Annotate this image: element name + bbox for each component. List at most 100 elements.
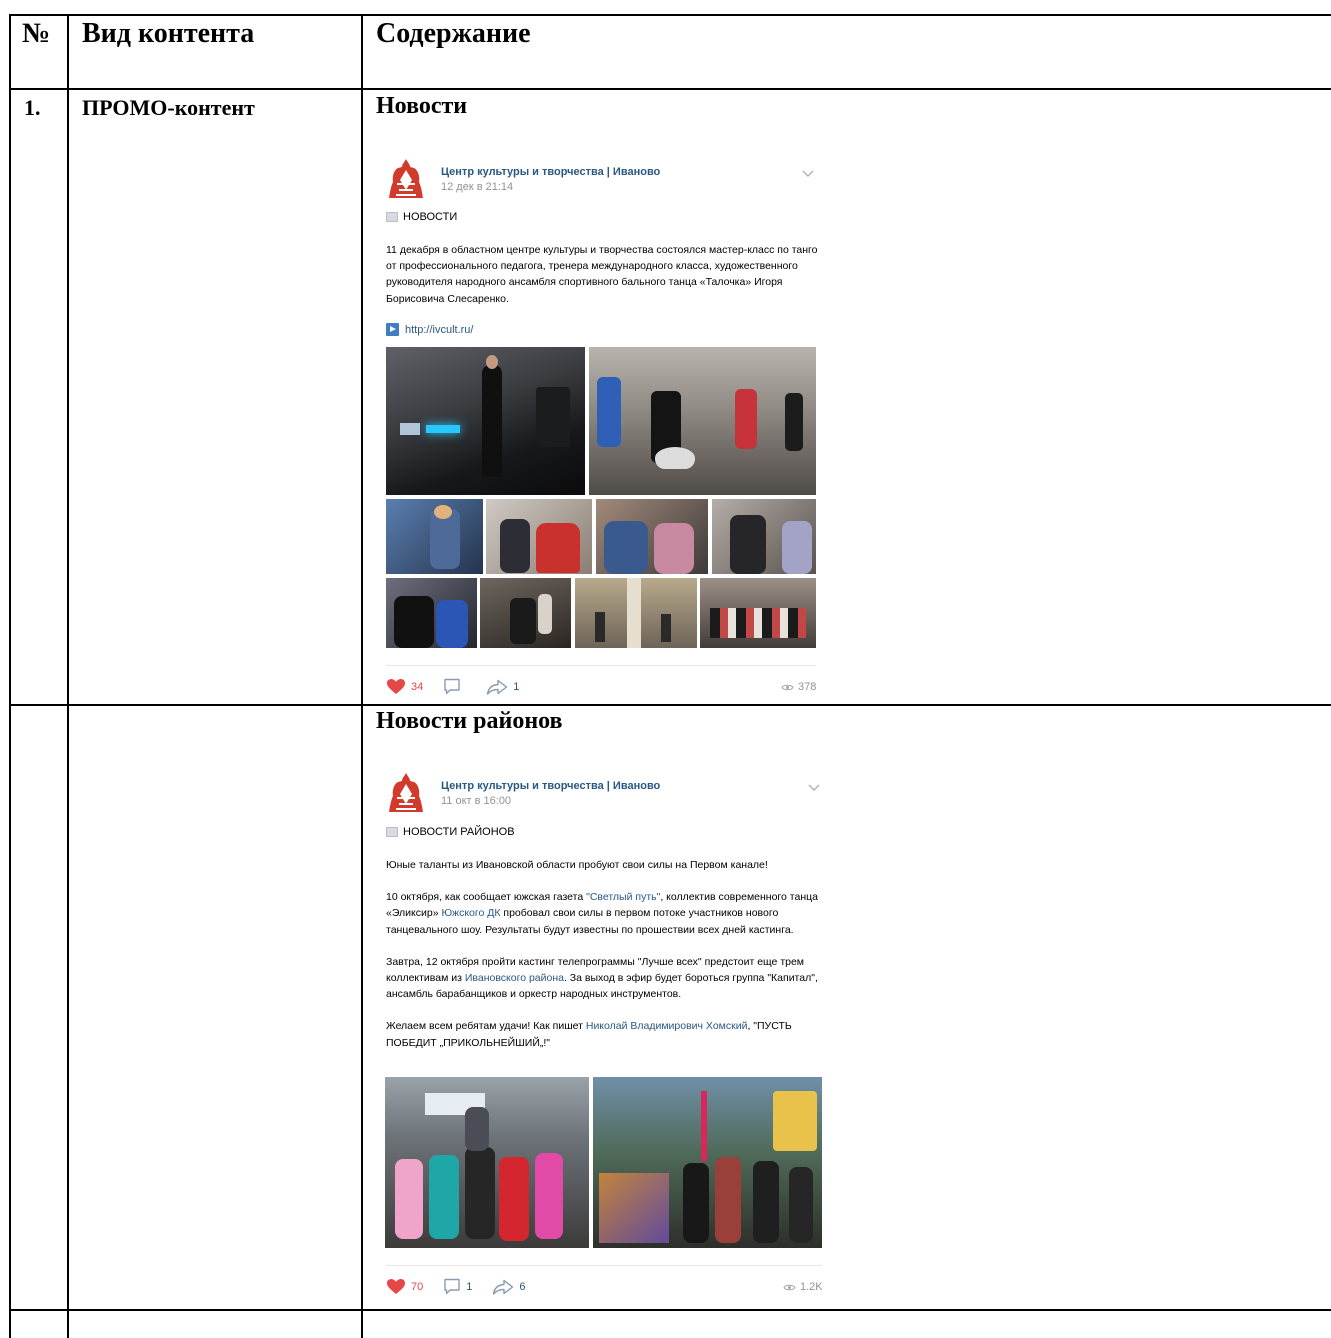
post-photo[interactable]	[596, 499, 708, 574]
photo-detail	[465, 1107, 489, 1151]
post-photo[interactable]	[480, 578, 571, 648]
comment-icon	[444, 678, 460, 695]
comment-count: 1	[466, 1280, 473, 1293]
photo-detail	[753, 1161, 779, 1243]
newspaper-link[interactable]: "Светлый путь"	[586, 891, 660, 903]
photo-detail	[655, 447, 695, 469]
photo-detail	[654, 523, 694, 574]
photo-detail	[482, 365, 502, 477]
heart-icon	[387, 679, 405, 694]
heart-icon	[387, 1279, 405, 1294]
column-divider-2	[361, 15, 363, 1338]
comment-button[interactable]: 1	[443, 1278, 472, 1295]
post-link[interactable]: http://ivcult.ru/	[386, 323, 473, 336]
post-photo[interactable]	[712, 499, 816, 574]
photo-detail	[730, 515, 766, 574]
photo-detail	[627, 578, 641, 648]
post-paragraph: 10 октября, как сообщает южская газета "…	[386, 891, 818, 936]
post-photo[interactable]	[589, 347, 816, 495]
chevron-down-icon[interactable]	[808, 784, 820, 792]
share-button[interactable]: 6	[492, 1279, 526, 1295]
views-counter: 378	[781, 681, 816, 693]
views-count: 1.2K	[800, 1281, 823, 1293]
photo-detail	[426, 425, 460, 433]
photo-detail	[538, 594, 552, 634]
like-button[interactable]: 34	[386, 678, 423, 695]
photo-detail	[661, 614, 671, 642]
photo-detail	[395, 1159, 423, 1239]
photo-detail	[465, 1147, 495, 1239]
post-tag[interactable]: НОВОСТИ РАЙОНОВ	[386, 826, 515, 838]
post-paragraph: Юные таланты из Ивановской области пробу…	[386, 859, 768, 871]
section-title-news: Новости	[376, 93, 468, 119]
post-tag-label: НОВОСТИ РАЙОНОВ	[403, 826, 515, 838]
comment-icon	[444, 1278, 460, 1295]
photo-detail	[789, 1167, 813, 1243]
organization-logo-icon	[389, 159, 423, 198]
share-count: 1	[513, 680, 520, 693]
post-photo[interactable]	[386, 347, 585, 495]
views-counter: 1.2K	[783, 1281, 823, 1293]
row-number: 1.	[24, 95, 41, 120]
post-separator	[386, 1265, 822, 1266]
chevron-down-icon[interactable]	[802, 170, 814, 178]
photo-detail	[597, 377, 621, 447]
post-photo[interactable]	[700, 578, 816, 648]
post-actions: 34 1	[386, 678, 539, 695]
post-link-text: http://ivcult.ru/	[405, 323, 474, 336]
table-top-border	[9, 14, 1331, 16]
post-date[interactable]: 11 окт в 16:00	[441, 795, 511, 807]
post-group-name[interactable]: Центр культуры и творчества | Иваново	[441, 166, 660, 178]
photo-detail	[595, 612, 605, 642]
tag-icon	[386, 212, 398, 222]
row-2-bottom-border	[9, 1309, 1331, 1311]
post-paragraph: Завтра, 12 октября пройти кастинг телепр…	[386, 955, 818, 1001]
section-title-district-news: Новости районов	[376, 708, 563, 734]
like-button[interactable]: 70	[386, 1278, 423, 1295]
post-paragraph: Желаем всем ребятам удачи! Как пишет Ник…	[386, 1020, 792, 1049]
photo-detail	[536, 523, 580, 573]
post-photo[interactable]	[386, 578, 477, 648]
row-content-type: ПРОМО-контент	[82, 95, 255, 120]
post-group-name[interactable]: Центр культуры и творчества | Иваново	[441, 780, 660, 792]
photo-detail	[710, 608, 806, 638]
share-icon	[493, 1279, 514, 1295]
photo-detail	[510, 598, 536, 644]
person-link[interactable]: Николай Владимирович Хомский	[586, 1020, 748, 1032]
photo-detail	[599, 1173, 669, 1243]
post-photo[interactable]	[385, 1077, 589, 1248]
photo-detail	[500, 519, 530, 573]
post-photo[interactable]	[593, 1077, 822, 1248]
post-separator	[386, 665, 816, 666]
like-count: 70	[411, 1280, 424, 1293]
share-count: 6	[519, 1280, 526, 1293]
photo-detail	[429, 1155, 459, 1239]
post-photo[interactable]	[486, 499, 592, 574]
post-photo[interactable]	[386, 499, 483, 574]
post-tag-label: НОВОСТИ	[403, 211, 458, 223]
photo-detail	[434, 505, 452, 519]
photo-detail	[394, 596, 434, 648]
like-count: 34	[411, 680, 424, 693]
culture-house-link[interactable]: Южского ДК	[441, 907, 500, 919]
photo-detail	[785, 393, 803, 451]
photo-detail	[735, 389, 757, 449]
district-link[interactable]: Ивановского района	[465, 972, 564, 984]
post-tag[interactable]: НОВОСТИ	[386, 211, 457, 223]
row-1-bottom-border	[9, 704, 1331, 706]
post-date[interactable]: 12 дек в 21:14	[441, 181, 513, 193]
eye-icon	[783, 1284, 796, 1290]
photo-detail	[604, 521, 648, 574]
play-icon	[386, 323, 399, 336]
photo-detail	[683, 1163, 709, 1243]
photo-detail	[715, 1157, 741, 1243]
post-photo[interactable]	[575, 578, 697, 648]
header-content-type: Вид контента	[82, 18, 255, 49]
table-left-border	[9, 15, 11, 1338]
photo-detail	[773, 1091, 817, 1151]
share-button[interactable]: 1	[486, 679, 519, 695]
column-divider-1	[67, 15, 69, 1338]
share-icon	[487, 679, 508, 695]
table-header-bottom-border	[9, 88, 1331, 90]
comment-button[interactable]	[443, 678, 466, 695]
